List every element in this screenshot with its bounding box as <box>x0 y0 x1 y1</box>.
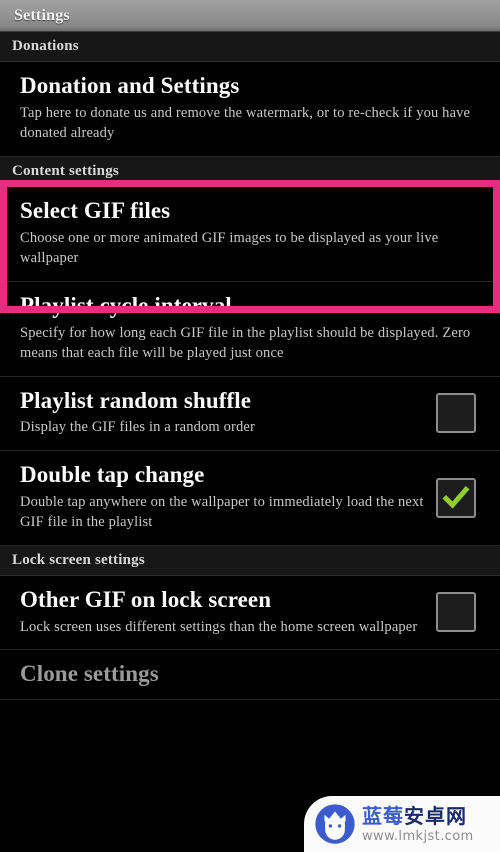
row-title: Playlist cycle interval <box>20 292 232 318</box>
title-bar: Settings <box>0 0 500 32</box>
watermark-text: 蓝莓安卓网 www.lmkjst.com <box>362 806 474 843</box>
row-clone-settings[interactable]: Clone settings <box>0 650 500 701</box>
checkbox-other-gif-on-lock-screen[interactable] <box>436 592 476 633</box>
watermark-url: www.lmkjst.com <box>362 828 474 844</box>
row-title: Double tap change <box>20 462 205 488</box>
row-text: Playlist random shuffle Display the GIF … <box>20 388 426 438</box>
row-title: Playlist random shuffle <box>20 387 252 413</box>
row-subtitle: Display the GIF files in a random order <box>20 419 255 436</box>
row-donation-and-settings[interactable]: Donation and Settings Tap here to donate… <box>0 62 500 157</box>
row-title: Donation and Settings <box>20 73 240 98</box>
checkmark-icon <box>442 485 470 509</box>
row-subtitle: Tap here to donate us and remove the wat… <box>20 104 471 142</box>
row-text: Double tap change Double tap anywhere on… <box>20 462 426 533</box>
app-title: Settings <box>14 6 70 24</box>
android-crown-logo-icon <box>315 804 355 844</box>
row-subtitle: Double tap anywhere on the wallpaper to … <box>20 493 424 531</box>
watermark-brand-second: 安卓网 <box>404 803 467 828</box>
row-subtitle: Specify for how long each GIF file in th… <box>20 324 471 362</box>
row-subtitle: Lock screen uses different settings than… <box>20 618 418 635</box>
row-playlist-cycle-interval[interactable]: Playlist cycle interval Specify for how … <box>0 281 500 377</box>
watermark-brand-first: 蓝莓 <box>362 803 404 828</box>
section-header-label: Content settings <box>12 162 119 179</box>
checkbox-wrapper <box>426 392 486 433</box>
section-header-content-settings: Content settings <box>0 156 500 187</box>
row-title: Clone settings <box>20 661 159 687</box>
row-text: Donation and Settings Tap here to donate… <box>20 73 486 144</box>
checkbox-playlist-random-shuffle[interactable] <box>436 392 476 433</box>
row-text: Other GIF on lock screen Lock screen use… <box>20 587 426 637</box>
row-double-tap-change[interactable]: Double tap change Double tap anywhere on… <box>0 451 500 546</box>
section-header-label: Donations <box>12 38 79 54</box>
section-header-label: Lock screen settings <box>12 551 145 568</box>
checkbox-wrapper <box>426 477 486 518</box>
row-title: Other GIF on lock screen <box>20 586 272 612</box>
row-title: Select GIF files <box>20 197 171 223</box>
checkbox-wrapper <box>426 592 486 633</box>
watermark-brand: 蓝莓安卓网 <box>362 806 474 826</box>
watermark-badge: 蓝莓安卓网 www.lmkjst.com <box>304 796 500 852</box>
checkbox-double-tap-change[interactable] <box>436 477 476 518</box>
section-header-donations: Donations <box>0 32 500 62</box>
row-text: Clone settings <box>20 661 486 687</box>
row-playlist-random-shuffle[interactable]: Playlist random shuffle Display the GIF … <box>0 376 500 452</box>
row-select-gif-files[interactable]: Select GIF files Choose one or more anim… <box>0 186 500 282</box>
row-text: Playlist cycle interval Specify for how … <box>20 293 486 364</box>
settings-screen: Settings Donations Donation and Settings… <box>0 0 500 852</box>
row-other-gif-on-lock-screen[interactable]: Other GIF on lock screen Lock screen use… <box>0 575 500 651</box>
row-text: Select GIF files Choose one or more anim… <box>20 198 486 269</box>
row-subtitle: Choose one or more animated GIF images t… <box>20 229 439 267</box>
section-header-lock-screen-settings: Lock screen settings <box>0 545 500 576</box>
